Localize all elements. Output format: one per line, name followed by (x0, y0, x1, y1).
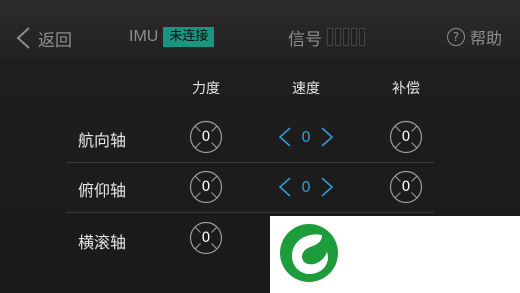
help-label: 帮助 (469, 29, 502, 48)
yaw-speed-stepper: 0 (277, 125, 335, 149)
signal-indicator: 信号 (288, 25, 365, 50)
yaw-force-knob[interactable]: 0 (189, 120, 223, 154)
column-header-speed: 速度 (292, 81, 320, 97)
help-button[interactable]: ? 帮助 (446, 24, 502, 50)
roll-force-value: 0 (201, 230, 211, 246)
pitch-speed-value: 0 (301, 178, 311, 196)
row-label-yaw: 航向轴 (78, 131, 127, 150)
yaw-speed-value: 0 (301, 128, 311, 146)
column-header-compensation: 补偿 (392, 81, 420, 97)
pitch-compensation-value: 0 (401, 179, 411, 195)
column-header-force: 力度 (192, 81, 220, 97)
pitch-force-value: 0 (201, 179, 211, 195)
leaf-logo-icon (280, 224, 338, 282)
yaw-compensation-value: 0 (401, 129, 411, 145)
gimbal-settings-screen: 返回 IMU 未连接 信号 ? 帮助 力度 速度 补偿 航向轴 0 0 0 俯仰… (0, 0, 520, 293)
chevron-left-icon (16, 27, 30, 49)
imu-label: IMU (129, 28, 159, 45)
signal-bar (343, 28, 349, 46)
chevron-right-icon[interactable] (319, 126, 335, 148)
signal-label: 信号 (288, 29, 322, 50)
top-bar: 返回 IMU 未连接 信号 ? 帮助 (0, 0, 520, 60)
signal-bar (351, 28, 357, 46)
pitch-speed-stepper: 0 (277, 175, 335, 199)
watermark-logo-panel (270, 216, 520, 293)
pitch-force-knob[interactable]: 0 (189, 170, 223, 204)
row-label-pitch: 俯仰轴 (78, 181, 127, 200)
back-button[interactable]: 返回 (14, 24, 72, 52)
question-circle-icon: ? (446, 28, 465, 46)
row-divider (66, 212, 434, 213)
pitch-compensation-knob[interactable]: 0 (389, 170, 423, 204)
yaw-force-value: 0 (201, 129, 211, 145)
imu-status-badge: 未连接 (163, 27, 215, 47)
yaw-compensation-knob[interactable]: 0 (389, 120, 423, 154)
chevron-left-icon[interactable] (277, 176, 293, 198)
signal-bar (327, 28, 333, 46)
signal-bars (327, 28, 365, 46)
signal-bar (359, 28, 365, 46)
row-label-roll: 横滚轴 (78, 233, 127, 252)
chevron-left-icon[interactable] (277, 126, 293, 148)
chevron-right-icon[interactable] (319, 176, 335, 198)
roll-force-knob[interactable]: 0 (189, 221, 223, 255)
imu-status: IMU 未连接 (129, 26, 215, 48)
row-divider (66, 162, 434, 163)
back-label: 返回 (38, 30, 72, 51)
signal-bar (335, 28, 341, 46)
